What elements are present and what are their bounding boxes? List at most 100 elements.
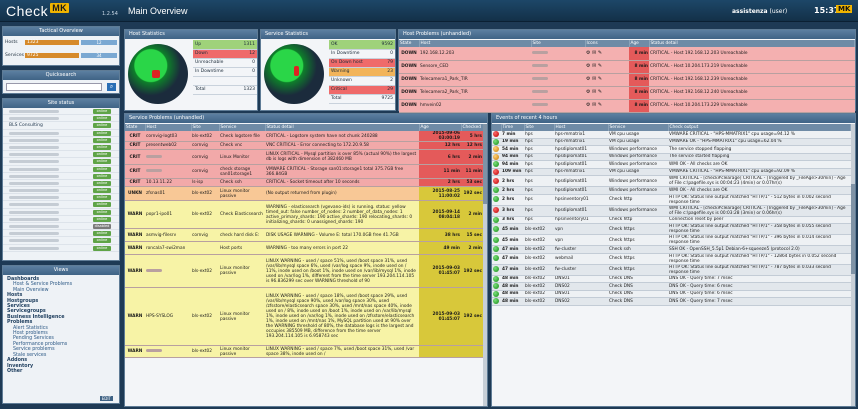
event-host[interactable]: hpsdiplomat01 xyxy=(554,153,608,161)
event-host[interactable]: hpsdiplomat01 xyxy=(554,160,608,169)
site-status-badge[interactable]: disabled xyxy=(93,224,111,229)
site-status-row[interactable]: online xyxy=(3,166,119,173)
event-service[interactable]: VM cpu usage xyxy=(608,131,668,139)
service-stats-globe-icon[interactable] xyxy=(264,44,324,104)
site-status-badge[interactable]: online xyxy=(93,144,111,150)
column-header[interactable]: Host xyxy=(419,40,532,47)
site-status-row[interactable]: online xyxy=(3,130,119,137)
event-host[interactable]: DNS02 xyxy=(554,297,608,306)
event-host[interactable]: DNS01 xyxy=(554,275,608,283)
site-status-badge[interactable]: online xyxy=(93,109,111,114)
site-status-row[interactable]: online xyxy=(3,137,119,144)
event-service[interactable]: Windows performance xyxy=(608,153,668,161)
quicksearch-title[interactable]: Quicksearch xyxy=(3,71,119,80)
site-status-badge[interactable]: online xyxy=(93,188,111,194)
row-icons[interactable]: ⚙ ✉ ✎ xyxy=(585,86,629,100)
event-host[interactable]: fw-cluster xyxy=(554,245,608,254)
event-host[interactable]: fw-cluster xyxy=(554,264,608,276)
site-status-row[interactable]: online xyxy=(3,209,119,216)
host_stats-row[interactable]: In Downtime 0 xyxy=(193,67,257,77)
user-info[interactable]: assistenza (user) xyxy=(732,8,787,15)
event-host[interactable]: hpsdiplomat01 xyxy=(554,145,608,154)
host-stats-globe-icon[interactable] xyxy=(128,44,188,104)
site-status-row[interactable]: online xyxy=(3,194,119,202)
event-service[interactable]: Windows performance xyxy=(608,145,668,154)
site-status-row[interactable]: online xyxy=(3,237,119,245)
site-status-row[interactable]: online xyxy=(3,187,119,195)
column-header[interactable]: Status detail xyxy=(265,124,420,131)
column-header[interactable]: Status detail xyxy=(649,40,855,47)
service-link[interactable]: Check vnc xyxy=(219,141,265,150)
service-link[interactable]: Check logstore file xyxy=(219,131,265,142)
site-status-row[interactable]: online xyxy=(3,216,119,223)
site-status-title[interactable]: Site status xyxy=(3,99,119,108)
event-row[interactable]: 45 min bls-ext02 vpn Check https HTTP OK: St… xyxy=(492,223,851,235)
site-status-badge[interactable]: online xyxy=(93,216,111,222)
host-link[interactable] xyxy=(145,345,191,358)
host_stats-row[interactable]: Up 1311 xyxy=(193,40,257,50)
site-status-badge[interactable]: online xyxy=(93,238,111,244)
column-header[interactable]: Time xyxy=(501,124,525,131)
service-link[interactable]: Linux monitor passive xyxy=(219,186,265,201)
event-row[interactable]: 47 min bls-ext02 webmail Check https HTTP OK… xyxy=(492,253,851,265)
event-service[interactable]: Check https xyxy=(608,234,668,246)
table-row[interactable]: DOWN Sensore_CED ⚙ ✉ ✎ 8 min CRITICAL - Host… xyxy=(399,60,855,74)
event-row[interactable]: 48 min bls-ext02 DNS01 Check DNS DNS OK - Qu… xyxy=(492,275,851,283)
site-status-badge[interactable]: online xyxy=(93,130,111,136)
events-scrollbar[interactable] xyxy=(851,124,855,406)
site-status-badge[interactable]: online xyxy=(93,231,111,237)
service-link[interactable]: Check ssh xyxy=(219,178,265,187)
event-service[interactable]: Check https xyxy=(608,264,668,276)
event-service[interactable]: Check http xyxy=(608,216,668,224)
site-status-badge[interactable]: online xyxy=(93,173,111,179)
event-service[interactable]: Check https xyxy=(608,223,668,235)
event-service[interactable]: Check http xyxy=(608,194,668,206)
site-status-badge[interactable]: online xyxy=(93,116,111,122)
table-row[interactable]: CRIT cornvig check storage san01storage1 VM… xyxy=(125,164,483,179)
site-status-row[interactable]: disabled xyxy=(3,223,119,231)
table-row[interactable]: WARN popr1-ipo01 bls-ext02 Check Elasticsea… xyxy=(125,200,483,229)
table-row[interactable]: CRIT cornvig-logt03 bls-ext02 Check logstor… xyxy=(125,131,483,142)
event-row[interactable]: 2 hrs hps hpsdiplomat01 Windows performance… xyxy=(492,186,851,195)
event-row[interactable]: 94 min hps hpsdiplomat01 Windows performanc… xyxy=(492,153,851,161)
event-host[interactable]: hps-mmatrix1 xyxy=(554,168,608,176)
host-link[interactable]: Telecamera1_Park_TIR xyxy=(419,73,531,87)
event-service[interactable]: VM cpu usage xyxy=(608,168,668,176)
column-header[interactable]: Site xyxy=(531,40,586,47)
host-link[interactable]: 192.168.12.203 xyxy=(419,47,531,61)
tactical-overview-title[interactable]: Tactical Overview xyxy=(3,27,119,36)
event-row[interactable]: 54 min hps hpsdiplomat01 Windows performanc… xyxy=(492,145,851,154)
column-header[interactable]: Checked xyxy=(461,124,484,131)
host-link[interactable]: HPS-SYSLOG xyxy=(145,287,191,346)
table-row[interactable]: DOWN Telecamera1_Park_TIR ⚙ ✉ ✎ 8 min CRITIC… xyxy=(399,73,855,87)
site-status-row[interactable]: online xyxy=(3,158,119,166)
column-header[interactable]: State xyxy=(125,124,146,131)
column-header[interactable]: Service xyxy=(219,124,266,131)
event-host[interactable]: DNS01 xyxy=(554,290,608,298)
site-status-badge[interactable]: online xyxy=(93,195,111,201)
event-host[interactable]: hps-mmatrix1 xyxy=(554,131,608,139)
site-status-row[interactable]: online xyxy=(3,201,119,209)
row-icons[interactable]: ⚙ ✉ ✎ xyxy=(585,60,629,74)
site-status-row[interactable]: online xyxy=(3,144,119,152)
row-icons[interactable]: ⚙ ✉ ✎ xyxy=(585,73,629,87)
table-row[interactable]: DOWN 192.168.12.203 ⚙ ✉ ✎ 8 min CRITICAL - H… xyxy=(399,47,855,61)
column-header[interactable]: Host xyxy=(554,124,609,131)
column-header[interactable]: State xyxy=(399,40,420,47)
site-status-row[interactable]: BLS Consulting online xyxy=(3,122,119,130)
site-status-row[interactable]: online xyxy=(3,151,119,159)
host_stats-row[interactable]: Unreachable 0 xyxy=(193,58,257,68)
site-status-row[interactable]: online xyxy=(3,173,119,180)
host-link[interactable]: Telecamera2_Park_TIR xyxy=(419,86,531,100)
host-link[interactable]: presentweb02 xyxy=(145,141,191,150)
row-icons[interactable]: ⚙ ✉ ✎ xyxy=(585,47,629,61)
event-service[interactable]: Windows performance xyxy=(608,160,668,169)
event-service[interactable]: Check https xyxy=(608,253,668,265)
service_stats-row[interactable]: In Downtime 0 xyxy=(329,49,395,59)
service_stats-row[interactable]: On Down host 79 xyxy=(329,58,395,68)
host-link[interactable]: cornvig-logt03 xyxy=(145,131,191,142)
event-row[interactable]: 2 hrs hps hpsdiplomat01 Windows performance… xyxy=(492,175,851,187)
table-row[interactable]: DOWN Telecamera2_Park_TIR ⚙ ✉ ✎ 8 min CRITIC… xyxy=(399,86,855,100)
host-link[interactable] xyxy=(145,164,191,179)
service_stats-row[interactable]: Unknown 2 xyxy=(329,76,395,86)
